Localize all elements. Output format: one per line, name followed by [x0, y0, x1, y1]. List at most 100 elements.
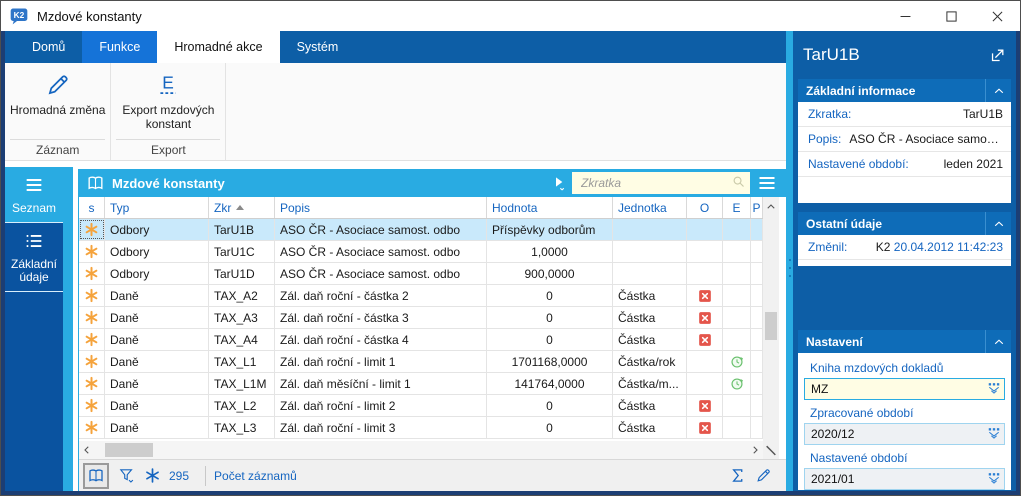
title-bar: K2 Mzdové konstanty	[1, 1, 1020, 31]
cell-e	[723, 329, 751, 350]
column-header-s[interactable]: s	[79, 197, 105, 218]
column-header-o[interactable]: O	[687, 197, 723, 218]
cell-jednotka	[613, 263, 687, 284]
cell-popis: ASO ČR - Asociace samost. odbo	[275, 263, 487, 284]
cell-jednotka: Částka	[613, 417, 687, 438]
scroll-right-icon[interactable]	[747, 441, 763, 459]
column-header-jednotka[interactable]: Jednotka	[613, 197, 687, 218]
cell-typ: Odbory	[105, 263, 209, 284]
ribbon-group-label: Záznam	[10, 139, 106, 160]
filter-funnel-icon[interactable]	[115, 465, 137, 487]
field-input[interactable]	[805, 426, 984, 442]
search-input[interactable]	[579, 175, 731, 191]
cell-e	[723, 417, 751, 438]
left-sidebar: Seznam Základní údaje	[5, 167, 63, 491]
edit-pencil-icon[interactable]	[752, 465, 774, 487]
ribbon-button[interactable]: E Export mzdových konstant	[113, 65, 223, 131]
splitter-grip[interactable]	[786, 259, 793, 277]
hamburger-icon[interactable]	[752, 169, 782, 197]
panel-section-header[interactable]: Základní informace	[798, 79, 1011, 102]
cell-popis: Zál. daň roční - částka 2	[275, 285, 487, 306]
cell-zkr: TAX_L1M	[209, 373, 275, 394]
cell-e	[723, 241, 751, 262]
open-external-icon[interactable]	[989, 47, 1006, 64]
horizontal-scrollbar[interactable]	[79, 441, 763, 459]
horizontal-scroll-thumb[interactable]	[105, 443, 153, 457]
cell-zkr: TAX_L3	[209, 417, 275, 438]
sidebar-item-z-kladn-daje[interactable]: Základní údaje	[5, 223, 63, 292]
column-header-zkr[interactable]: Zkr	[209, 197, 275, 218]
cell-o	[687, 219, 723, 240]
table-row[interactable]: Daně TAX_L2 Zál. daň roční - limit 2 0 Částk…	[79, 395, 763, 417]
book-toggle-button[interactable]	[83, 462, 109, 489]
horizontal-scroll-track[interactable]	[95, 441, 747, 459]
column-header-popis[interactable]: Popis	[275, 197, 487, 218]
panel-field-label: Změnil:	[808, 240, 848, 254]
pencil-icon	[45, 69, 71, 101]
asterisk-icon	[79, 285, 105, 306]
panel-field-value: TarU1B	[962, 107, 1003, 121]
status-bar: 295 Počet záznamů	[79, 459, 786, 491]
table-row[interactable]: Daně TAX_L1M Zál. daň měsíční - limit 1 141…	[79, 373, 763, 395]
sidebar-item-label: Základní údaje	[10, 257, 58, 284]
data-grid: s Typ Zkr Popis Hodnota Jednotka O E P Odbory Tar…	[79, 197, 763, 441]
table-row[interactable]: Daně TAX_A4 Zál. daň roční - částka 4 0 Část…	[79, 329, 763, 351]
table-row[interactable]: Odbory TarU1C ASO ČR - Asociace samost. od…	[79, 241, 763, 263]
ribbon-group: E Export mzdových konstant Export	[111, 63, 227, 160]
tab-dom-[interactable]: Domů	[15, 31, 82, 63]
svg-text:E: E	[163, 72, 175, 92]
cell-hodnota: 0	[487, 329, 613, 350]
table-row[interactable]: Daně TAX_L3 Zál. daň roční - limit 3 0 Částk…	[79, 417, 763, 439]
cell-popis: Zál. daň roční - částka 4	[275, 329, 487, 350]
sum-sigma-icon[interactable]	[726, 465, 748, 487]
close-button[interactable]	[974, 1, 1020, 31]
tab-hromadn-akce[interactable]: Hromadné akce	[157, 31, 280, 63]
sidebar-item-seznam[interactable]: Seznam	[5, 167, 63, 223]
scroll-up-icon[interactable]	[763, 197, 779, 217]
field-input[interactable]	[805, 471, 984, 487]
field-label: Nastavené období	[810, 451, 908, 465]
ribbon-button[interactable]: Hromadná změna	[7, 65, 108, 117]
chevron-up-icon[interactable]	[985, 212, 1011, 235]
tab-funkce[interactable]: Funkce	[82, 31, 158, 63]
left-splitter[interactable]	[63, 167, 73, 491]
grid-rows: Odbory TarU1B ASO ČR - Asociace samost. od…	[79, 219, 763, 441]
asterisk-icon	[79, 373, 105, 394]
cell-zkr: TAX_A4	[209, 329, 275, 350]
dropdown-icon[interactable]	[984, 424, 1004, 444]
column-header-typ[interactable]: Typ	[105, 197, 209, 218]
scroll-left-icon[interactable]	[79, 441, 95, 459]
table-row[interactable]: Daně TAX_A3 Zál. daň roční - částka 3 0 Část…	[79, 307, 763, 329]
tab-syst-m[interactable]: Systém	[280, 31, 356, 63]
table-row[interactable]: Odbory TarU1B ASO ČR - Asociace samost. od…	[79, 219, 763, 241]
column-header-hodnota[interactable]: Hodnota	[487, 197, 613, 218]
vertical-scrollbar[interactable]	[763, 197, 779, 441]
panel-section-header[interactable]: Nastavení	[798, 330, 1011, 353]
cell-hodnota: 0	[487, 307, 613, 328]
cell-hodnota: 1701168,0000	[487, 351, 613, 372]
field-input[interactable]	[805, 381, 984, 397]
scroll-down-icon[interactable]	[763, 441, 779, 459]
cell-popis: Zál. daň roční - limit 1	[275, 351, 487, 372]
panel-section-header[interactable]: Ostatní údaje	[798, 212, 1011, 235]
cell-popis: ASO ČR - Asociace samost. odbo	[275, 219, 487, 240]
maximize-button[interactable]	[928, 1, 974, 31]
chevron-up-icon[interactable]	[985, 330, 1011, 353]
chevron-up-icon[interactable]	[985, 79, 1011, 102]
vertical-scroll-thumb[interactable]	[765, 312, 777, 340]
table-row[interactable]: Odbory TarU1D ASO ČR - Asociace samost. od…	[79, 263, 763, 285]
play-icon[interactable]	[548, 175, 570, 191]
right-splitter[interactable]	[786, 31, 793, 491]
dropdown-icon[interactable]	[984, 469, 1004, 489]
minimize-button[interactable]	[882, 1, 928, 31]
table-row[interactable]: Daně TAX_L1 Zál. daň roční - limit 1 170116…	[79, 351, 763, 373]
svg-text:K2: K2	[14, 10, 25, 20]
column-header-e[interactable]: E	[723, 197, 751, 218]
records-snowflake-icon[interactable]	[141, 465, 163, 487]
column-header-p[interactable]: P	[751, 197, 763, 218]
cell-hodnota: 900,0000	[487, 263, 613, 284]
table-row[interactable]: Daně TAX_A2 Zál. daň roční - částka 2 0 Část…	[79, 285, 763, 307]
red-x-icon	[687, 285, 723, 306]
dropdown-icon[interactable]	[984, 379, 1004, 399]
cell-zkr: TAX_A3	[209, 307, 275, 328]
